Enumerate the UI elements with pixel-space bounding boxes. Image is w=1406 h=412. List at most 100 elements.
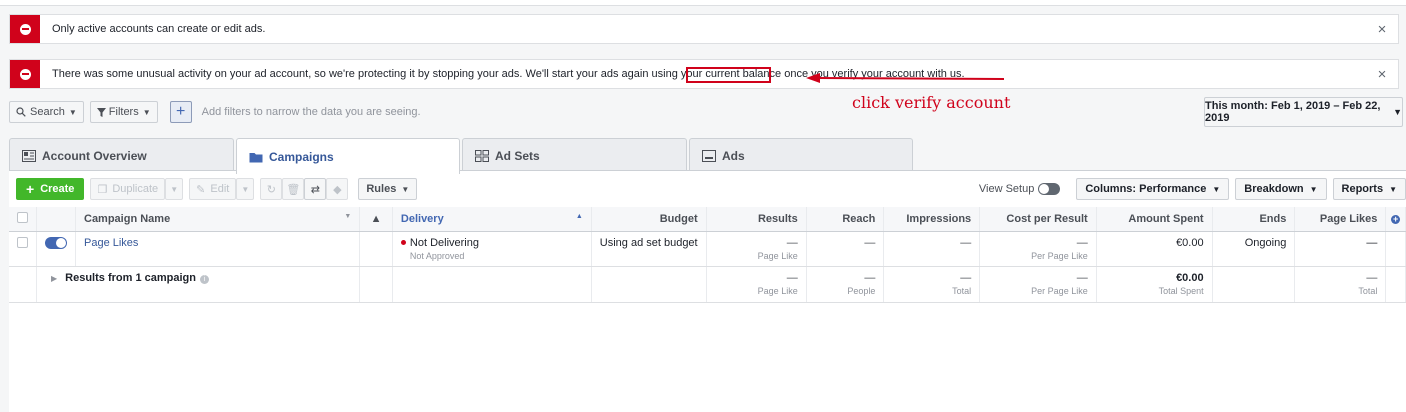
header-amount-spent[interactable]: Amount Spent (1096, 207, 1213, 232)
add-column-cell: + (1385, 207, 1406, 232)
annotation-highlight-box (686, 67, 771, 83)
summary-empty-cell (359, 266, 393, 303)
alert-inactive-account: Only active accounts can create or edit … (9, 14, 1399, 44)
edit-button[interactable]: ✎ Edit (189, 178, 237, 200)
columns-button[interactable]: Columns: Performance ▼ (1076, 178, 1230, 200)
filters-button[interactable]: Filters ▼ (89, 101, 158, 123)
budget-cell: Using ad set budget (591, 231, 707, 267)
info-icon[interactable]: i (199, 274, 209, 284)
header-ends[interactable]: Ends (1212, 207, 1296, 232)
tab-label: Campaigns (269, 149, 334, 164)
campaign-toggle[interactable] (45, 236, 67, 249)
page-likes-cell: — (1294, 231, 1387, 267)
view-setup-toggle[interactable] (1038, 183, 1061, 195)
ends-cell: Ongoing (1212, 231, 1296, 267)
header-reach[interactable]: Reach (806, 207, 885, 232)
delivery-substatus: Not Approved (409, 250, 465, 261)
undo-icon: ↻ (266, 183, 276, 196)
create-button[interactable]: + Create (16, 178, 85, 200)
close-icon[interactable]: × (1372, 66, 1392, 83)
caret-down-icon: ▼ (1309, 184, 1318, 194)
search-label: Search (30, 106, 65, 118)
tab-bar: Account Overview Campaigns Ad Sets Ads (0, 134, 1406, 174)
expand-icon[interactable]: ▶ (51, 274, 57, 283)
header-delivery[interactable]: Delivery ▲ (392, 207, 592, 232)
rules-label: Rules (366, 183, 397, 195)
account-overview-icon (22, 149, 36, 162)
header-impressions[interactable]: Impressions (883, 207, 981, 232)
sort-asc-icon: ▲ (575, 212, 583, 220)
tab-account-overview[interactable]: Account Overview (9, 138, 234, 172)
date-range-picker[interactable]: This month: Feb 1, 2019 – Feb 22, 2019 ▼ (1204, 97, 1403, 127)
header-budget[interactable]: Budget (591, 207, 707, 232)
summary-results-sub: Page Like (757, 285, 798, 296)
tab-ads[interactable]: Ads (689, 138, 913, 172)
results-cell: — Page Like (706, 231, 807, 267)
search-button[interactable]: Search ▼ (9, 101, 84, 123)
summary-empty-cell (591, 266, 707, 303)
breakdown-button[interactable]: Breakdown ▼ (1235, 178, 1327, 200)
summary-impressions-sub: Total (952, 285, 972, 296)
impressions-cell: — (883, 231, 981, 267)
caret-down-icon: ▼ (241, 184, 250, 194)
close-icon[interactable]: × (1372, 21, 1392, 38)
campaign-name-link[interactable]: Page Likes (84, 237, 138, 249)
tag-icon: ◆ (333, 183, 342, 196)
ab-test-icon: ⇄ (310, 183, 320, 196)
tab-campaigns[interactable]: Campaigns (236, 138, 460, 174)
add-filter-button[interactable]: + (169, 101, 192, 123)
delete-button[interactable]: 🗑 (282, 178, 305, 200)
select-all-checkbox[interactable] (17, 211, 28, 223)
header-campaign-name[interactable]: Campaign Name ▼ (75, 207, 361, 232)
breakdown-label: Breakdown (1244, 183, 1304, 195)
ab-test-button[interactable]: ⇄ (304, 178, 327, 200)
ad-icon (702, 149, 716, 162)
edit-label: Edit (210, 183, 230, 195)
pencil-icon: ✎ (196, 183, 206, 196)
trash-icon: 🗑 (286, 183, 301, 196)
caret-down-icon: ▼ (401, 184, 410, 194)
header-cost-per-result[interactable]: Cost per Result (979, 207, 1097, 232)
row-toggle-cell (36, 231, 76, 267)
edit-dropdown[interactable]: ▼ (236, 178, 255, 200)
table-toolbar: + Create ❐ Duplicate ▼ ✎ Edit ▼ ↻ 🗑 ⇄ ◆ Rul… (16, 178, 1406, 200)
tag-button[interactable]: ◆ (326, 178, 349, 200)
alert-message: Only active accounts can create or edit … (52, 23, 266, 35)
caret-down-icon: ▼ (1389, 184, 1397, 194)
cost-sub: Per Page Like (1031, 250, 1088, 261)
tab-ad-sets[interactable]: Ad Sets (462, 138, 687, 172)
view-setup: View Setup (979, 183, 1061, 195)
header-page-likes[interactable]: Page Likes (1294, 207, 1387, 232)
cost-cell: — Per Page Like (979, 231, 1097, 267)
plus-icon: + (26, 181, 35, 197)
reach-cell: — (806, 231, 885, 267)
folder-icon (249, 152, 263, 162)
rules-button[interactable]: Rules ▼ (358, 178, 418, 200)
summary-label: Results from 1 campaign (65, 271, 196, 284)
reports-label: Reports (1341, 183, 1384, 195)
summary-page-likes-cell: — Total (1294, 266, 1387, 303)
caret-down-icon: ▼ (1212, 184, 1221, 194)
header-results[interactable]: Results (706, 207, 807, 232)
reach-value: — (864, 236, 876, 249)
add-column-icon[interactable]: + (1391, 214, 1401, 224)
summary-reach-cell: — People (806, 266, 885, 303)
row-checkbox[interactable] (17, 236, 28, 248)
summary-results: — (786, 271, 798, 284)
duplicate-button[interactable]: ❐ Duplicate (90, 178, 166, 200)
columns-label: Columns: Performance (1085, 183, 1207, 195)
summary-row: ▶ Results from 1 campaign i — Page Like — Pe… (9, 266, 1406, 303)
reports-button[interactable]: Reports ▼ (1332, 178, 1406, 200)
undo-button[interactable]: ↻ (260, 178, 283, 200)
toggle-header (36, 207, 76, 232)
table-row[interactable]: Page Likes Not Delivering Not Approved Us… (9, 231, 1406, 267)
duplicate-dropdown[interactable]: ▼ (165, 178, 184, 200)
header-label: Delivery (400, 212, 444, 225)
summary-results-cell: — Page Like (706, 266, 807, 303)
summary-spent-cell: €0.00 Total Spent (1096, 266, 1213, 303)
duplicate-icon: ❐ (97, 183, 108, 196)
results-sub: Page Like (757, 250, 798, 261)
results-value: — (786, 236, 798, 249)
caret-down-icon: ▼ (1393, 107, 1402, 117)
create-label: Create (40, 183, 75, 195)
